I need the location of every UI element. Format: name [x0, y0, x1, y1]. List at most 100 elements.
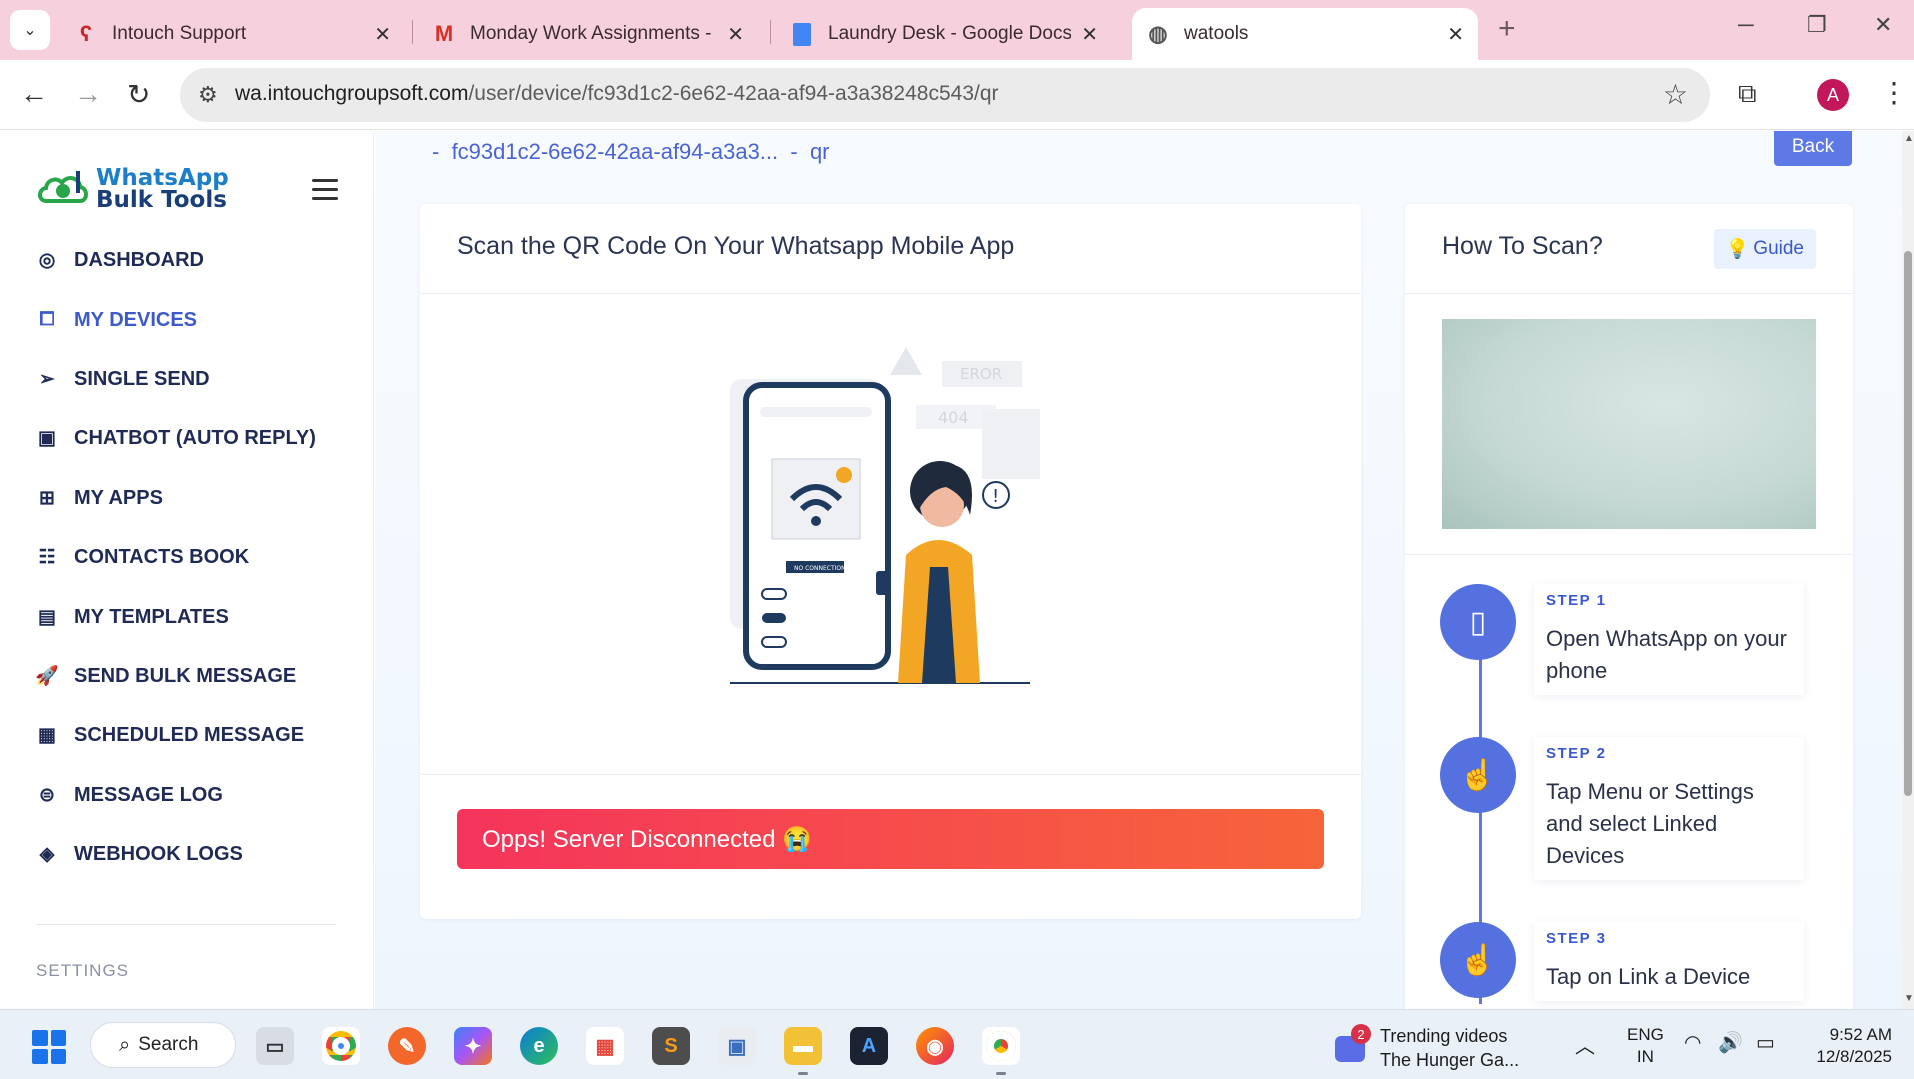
language-code: ENG: [1627, 1025, 1664, 1044]
tab-title: Laundry Desk - Google Docs: [828, 23, 1072, 44]
tab-title: Intouch Support: [112, 23, 247, 44]
bookmark-star-icon[interactable]: ☆: [1663, 78, 1688, 111]
svg-text:!: !: [992, 486, 999, 507]
chrome-icon[interactable]: [322, 1027, 360, 1065]
restore-icon[interactable]: ❐: [1807, 12, 1827, 38]
close-tab-icon[interactable]: ✕: [374, 22, 391, 47]
log-icon: ⊜: [39, 784, 55, 806]
browser-menu-icon[interactable]: ⋮: [1880, 76, 1908, 109]
tab-laundry-desk[interactable]: Laundry Desk - Google Docs ✕: [776, 8, 1112, 60]
photos-icon[interactable]: ▣: [718, 1027, 756, 1065]
hamburger-menu-icon[interactable]: [312, 179, 338, 206]
show-hidden-icons-chevron-icon[interactable]: ︿: [1575, 1030, 1595, 1059]
language-indicator[interactable]: ENG IN: [1627, 1024, 1664, 1068]
system-clock[interactable]: 9:52 AM 12/8/2025: [1800, 1024, 1892, 1068]
sidebar-item-my-templates[interactable]: ▤ MY TEMPLATES: [36, 587, 346, 646]
sidebar-item-label: MESSAGE LOG: [74, 783, 223, 806]
close-window-icon[interactable]: ✕: [1874, 12, 1892, 38]
tap-hand-icon: ☝: [1440, 922, 1516, 998]
edge-icon[interactable]: e: [520, 1027, 558, 1065]
sidebar-item-my-devices[interactable]: ⧠ MY DEVICES: [36, 290, 346, 349]
sidebar-item-label: MY APPS: [74, 486, 163, 509]
page-scrollbar[interactable]: ▲ ▼: [1902, 131, 1914, 1009]
guide-video-thumbnail[interactable]: [1442, 319, 1816, 529]
intouch-favicon-icon: ʕ: [79, 21, 93, 46]
sidebar-item-contacts-book[interactable]: ☷ CONTACTS BOOK: [36, 528, 346, 587]
back-arrow-icon[interactable]: ←: [20, 78, 48, 110]
apps-icon: ⊞: [39, 487, 55, 509]
microsoft-store-icon[interactable]: ▦: [586, 1027, 624, 1065]
close-tab-icon[interactable]: ✕: [1447, 22, 1464, 47]
close-tab-icon[interactable]: ✕: [727, 22, 744, 47]
battery-icon[interactable]: ▭: [1756, 1030, 1775, 1055]
sidebar: WhatsApp Bulk Tools ◎ DASHBOARD ⧠ MY DEV…: [0, 131, 374, 1009]
taskbar-search[interactable]: ⌕ Search: [90, 1022, 236, 1068]
sidebar-item-scheduled-message[interactable]: ▦ SCHEDULED MESSAGE: [36, 706, 346, 765]
extensions-icon[interactable]: ⧉: [1738, 78, 1757, 110]
tab-intouch-support[interactable]: ʕ Intouch Support ✕: [60, 8, 405, 60]
breadcrumb: - fc93d1c2-6e62-42aa-af94-a3a3... - qr: [432, 139, 830, 165]
app-logo[interactable]: WhatsApp Bulk Tools: [36, 167, 229, 212]
lightbulb-icon: 💡: [1725, 239, 1750, 260]
file-explorer-icon[interactable]: ▬: [784, 1027, 822, 1065]
scrollbar-thumb[interactable]: [1904, 251, 1912, 796]
sidebar-item-chatbot[interactable]: ▣ CHATBOT (AUTO REPLY): [36, 409, 346, 468]
sidebar-item-label: SEND BULK MESSAGE: [74, 664, 297, 687]
phone-icon: ▯: [1440, 584, 1516, 660]
breadcrumb-device-link[interactable]: fc93d1c2-6e62-42aa-af94-a3a3...: [452, 139, 779, 164]
wifi-icon[interactable]: ◠: [1684, 1030, 1701, 1055]
step-number: STEP 3: [1546, 930, 1607, 947]
server-disconnected-alert: Opps! Server Disconnected 😭: [457, 809, 1324, 869]
sidebar-nav: ◎ DASHBOARD ⧠ MY DEVICES ➢ SINGLE SEND ▣…: [35, 231, 346, 884]
sidebar-item-message-log[interactable]: ⊜ MESSAGE LOG: [36, 766, 346, 825]
sidebar-item-label: DASHBOARD: [74, 249, 204, 272]
rocket-icon: 🚀: [35, 666, 59, 688]
minimize-icon[interactable]: ─: [1738, 12, 1754, 38]
devices-icon: ⧠: [39, 309, 55, 331]
tab-separator: [770, 20, 771, 44]
step-text: Tap on Link a Device: [1546, 964, 1751, 989]
firefox-icon[interactable]: ◉: [916, 1027, 954, 1065]
robot-icon: ▣: [38, 428, 56, 450]
forward-arrow-icon[interactable]: →: [74, 78, 102, 110]
app-a-icon[interactable]: A: [850, 1027, 888, 1065]
sidebar-item-label: SINGLE SEND: [74, 367, 210, 390]
profile-avatar[interactable]: A: [1817, 79, 1849, 111]
sidebar-item-send-bulk-message[interactable]: 🚀 SEND BULK MESSAGE: [35, 647, 346, 706]
step-text: Open WhatsApp on your phone: [1546, 626, 1787, 683]
sidebar-item-label: CHATBOT (AUTO REPLY): [74, 427, 316, 450]
tab-monday-work[interactable]: M Monday Work Assignments - as ✕: [418, 8, 758, 60]
tab-watools[interactable]: ◍ watools ✕: [1132, 8, 1478, 60]
back-button[interactable]: Back: [1774, 131, 1852, 166]
how-to-scan-header: How To Scan? 💡 Guide: [1405, 204, 1853, 294]
qr-card: Scan the QR Code On Your Whatsapp Mobile…: [420, 204, 1361, 919]
news-title: Trending videos: [1380, 1026, 1508, 1046]
guide-button[interactable]: 💡 Guide: [1713, 229, 1816, 269]
site-info-icon[interactable]: ⚙: [198, 82, 218, 108]
scroll-up-icon[interactable]: ▲: [1904, 133, 1914, 144]
volume-icon[interactable]: 🔊: [1718, 1030, 1743, 1055]
sidebar-item-single-send[interactable]: ➢ SINGLE SEND: [36, 350, 346, 409]
windows-start-icon[interactable]: [32, 1030, 66, 1064]
drawing-app-icon[interactable]: ✎: [388, 1027, 426, 1065]
address-bar[interactable]: ⚙ wa.intouchgroupsoft.com/user/device/fc…: [180, 68, 1710, 122]
notification-badge: 2: [1351, 1024, 1371, 1044]
sidebar-item-label: SCHEDULED MESSAGE: [74, 724, 305, 747]
clock-time: 9:52 AM: [1829, 1025, 1892, 1044]
chrome-profile-icon[interactable]: [982, 1027, 1020, 1065]
reload-icon[interactable]: ↻: [127, 78, 150, 111]
sidebar-item-webhook-logs[interactable]: ◈ WEBHOOK LOGS: [36, 825, 346, 884]
sidebar-item-dashboard[interactable]: ◎ DASHBOARD: [36, 231, 346, 290]
sidebar-item-label: CONTACTS BOOK: [74, 546, 250, 569]
tab-search-button[interactable]: ⌄: [10, 10, 50, 50]
step-text: Tap Menu or Settings and select Linked D…: [1546, 779, 1754, 868]
sidebar-item-my-apps[interactable]: ⊞ MY APPS: [36, 469, 346, 528]
task-view-icon[interactable]: ▭: [256, 1027, 294, 1065]
new-tab-icon[interactable]: +: [1498, 12, 1516, 46]
scroll-down-icon[interactable]: ▼: [1904, 993, 1914, 1004]
copilot-icon[interactable]: ✦: [454, 1027, 492, 1065]
sublime-text-icon[interactable]: S: [652, 1027, 690, 1065]
close-tab-icon[interactable]: ✕: [1081, 22, 1098, 47]
browser-toolbar: ← → ↻ ⚙ wa.intouchgroupsoft.com/user/dev…: [0, 60, 1914, 130]
templates-icon: ▤: [38, 606, 56, 628]
